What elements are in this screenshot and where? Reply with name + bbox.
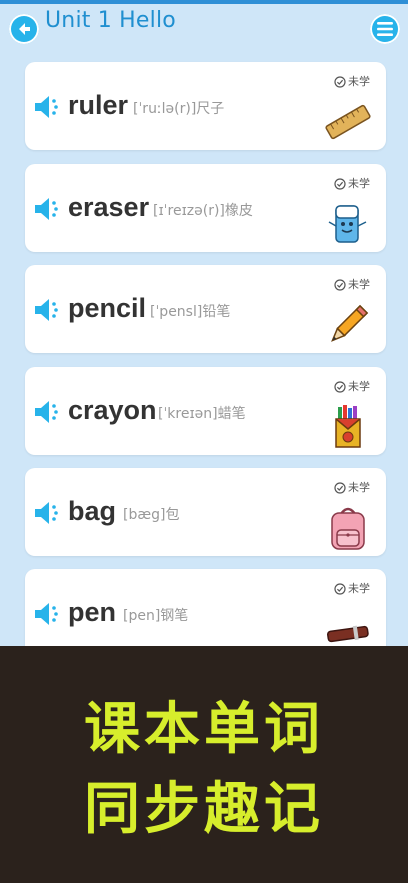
page-title: Unit 1 Hello — [45, 8, 176, 33]
status-label: 未学 — [348, 177, 370, 190]
back-button[interactable] — [9, 14, 39, 44]
status-label: 未学 — [348, 582, 370, 595]
speaker-icon[interactable] — [35, 400, 61, 424]
check-circle-icon — [334, 76, 346, 88]
ruler-icon — [325, 104, 371, 140]
check-circle-icon — [334, 178, 346, 190]
status-label: 未学 — [348, 278, 370, 291]
speaker-icon[interactable] — [35, 602, 61, 626]
promo-banner: 课本单词 同步趣记 — [0, 646, 408, 883]
phonetic-text: [bæg]包 — [123, 507, 180, 523]
status-badge: 未学 — [334, 73, 370, 89]
speaker-icon[interactable] — [35, 298, 61, 322]
phonetic-text: [ˈkreɪən]蜡笔 — [158, 406, 246, 422]
banner-line-1: 课本单词 — [84, 697, 324, 762]
word-text: crayon — [68, 395, 157, 425]
phonetic-text: [ɪˈreɪzə(r)]橡皮 — [153, 203, 253, 219]
word-text: eraser — [68, 192, 150, 222]
menu-icon — [377, 22, 393, 36]
check-circle-icon — [334, 381, 346, 393]
word-text: ruler — [68, 90, 129, 120]
pencil-icon — [331, 304, 369, 342]
status-badge: 未学 — [334, 580, 370, 596]
status-badge: 未学 — [334, 276, 370, 292]
crayon-box-icon — [335, 405, 361, 448]
menu-button[interactable] — [370, 14, 400, 44]
status-label: 未学 — [348, 75, 370, 88]
status-strip — [0, 0, 408, 4]
status-badge: 未学 — [334, 378, 370, 394]
status-badge: 未学 — [334, 479, 370, 495]
banner-line-2: 同步趣记 — [84, 777, 324, 842]
status-label: 未学 — [348, 481, 370, 494]
word-card[interactable]: eraser [ɪˈreɪzə(r)]橡皮 未学 — [25, 164, 386, 252]
check-circle-icon — [334, 482, 346, 494]
status-label: 未学 — [348, 380, 370, 393]
backpack-icon — [331, 507, 365, 550]
phonetic-text: [pen]钢笔 — [123, 608, 189, 624]
phonetic-text: [ˈpensl]铅笔 — [150, 304, 231, 320]
word-card[interactable]: bag [bæg]包 未学 — [25, 468, 386, 556]
status-badge: 未学 — [334, 175, 370, 191]
eraser-icon — [328, 205, 367, 243]
app-header: Unit 1 Hello — [0, 0, 408, 48]
back-arrow-icon — [19, 23, 30, 35]
pen-icon — [326, 625, 369, 643]
word-text: pencil — [68, 293, 147, 323]
word-card[interactable]: crayon [ˈkreɪən]蜡笔 未学 — [25, 367, 386, 455]
check-circle-icon — [334, 279, 346, 291]
word-card[interactable]: pencil [ˈpensl]铅笔 未学 — [25, 265, 386, 353]
phonetic-text: [ˈruːlə(r)]尺子 — [133, 101, 225, 117]
word-text: bag — [68, 496, 117, 526]
word-card[interactable]: ruler [ˈruːlə(r)]尺子 未学 — [25, 62, 386, 150]
check-circle-icon — [334, 583, 346, 595]
speaker-icon[interactable] — [35, 501, 61, 525]
word-list: ruler [ˈruːlə(r)]尺子 未学 eraser [ɪˈreɪzə(r… — [0, 48, 408, 646]
speaker-icon[interactable] — [35, 197, 61, 221]
word-card[interactable]: pen [pen]钢笔 未学 — [25, 569, 386, 646]
word-text: pen — [68, 597, 117, 627]
speaker-icon[interactable] — [35, 95, 61, 119]
